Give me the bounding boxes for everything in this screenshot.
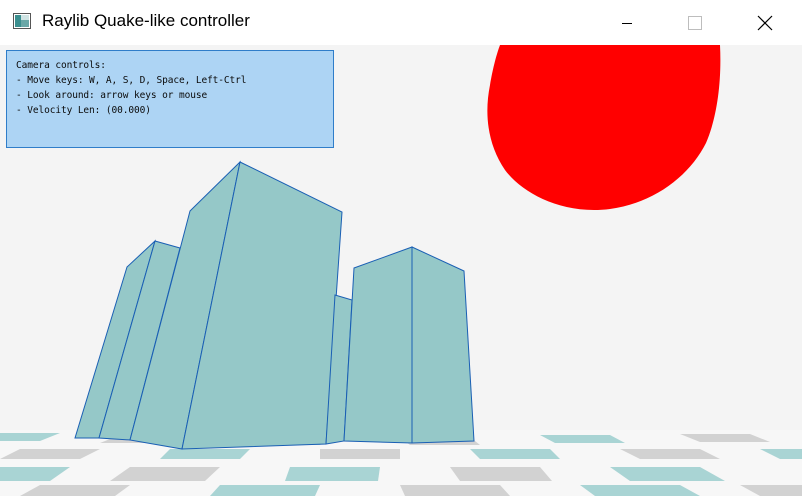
window-title: Raylib Quake-like controller bbox=[42, 11, 250, 30]
look-around-text: - Look around: arrow keys or mouse bbox=[16, 90, 208, 101]
velocity-readout: - Velocity Len: (00.000) bbox=[16, 105, 151, 116]
app-window: Raylib Quake-like controller Camera cont… bbox=[0, 0, 802, 496]
camera-controls-panel: Camera controls: - Move keys: W, A, S, D… bbox=[6, 50, 334, 148]
raylib-app-icon bbox=[13, 13, 31, 29]
minimize-button[interactable] bbox=[604, 0, 650, 45]
controls-heading: Camera controls: bbox=[16, 60, 106, 71]
minimize-icon bbox=[622, 22, 632, 24]
title-bar[interactable]: Raylib Quake-like controller bbox=[0, 0, 802, 45]
move-keys-text: - Move keys: W, A, S, D, Space, Left-Ctr… bbox=[16, 75, 247, 86]
maximize-icon bbox=[688, 15, 702, 30]
building-right-front-face bbox=[411, 246, 475, 444]
close-icon bbox=[757, 15, 773, 30]
maximize-button[interactable] bbox=[672, 0, 718, 45]
building-right-left-face bbox=[343, 246, 413, 444]
close-button[interactable] bbox=[742, 0, 788, 45]
